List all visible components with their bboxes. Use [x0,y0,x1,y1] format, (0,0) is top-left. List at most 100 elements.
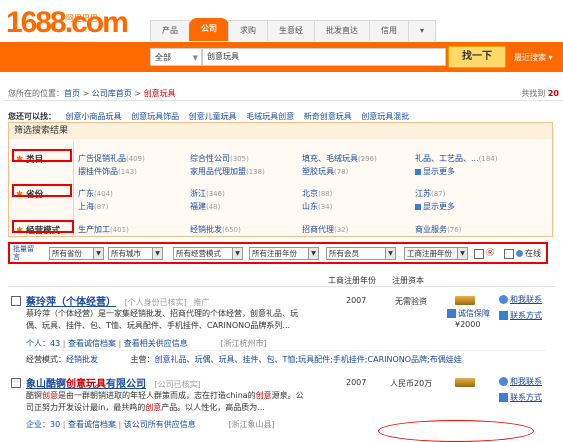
trustpass-medal-icon [455,296,475,305]
filter-option-count: (138) [246,168,265,176]
filter-option-name[interactable]: 商业服务 [415,225,447,234]
result-title[interactable]: 蔡玲萍（个体经营） [26,297,116,308]
trustpass-medal-icon [455,378,475,387]
result-count: 共找到 20 [521,88,559,99]
contact-me-label[interactable]: 和我联系 [510,295,542,304]
breadcrumb-current: 创意玩具 [143,89,176,98]
contact-me-link[interactable]: 和我联系 [499,294,542,305]
filter-option-name[interactable]: 江苏 [415,189,431,198]
filter-option[interactable]: 填充、毛绒玩具(296) [302,153,377,164]
filter-option-name[interactable]: 招商代理 [302,225,334,234]
related-link[interactable]: 创意小商品玩具 [66,112,122,121]
tab-more-dropdown[interactable]: ▾ [408,20,437,41]
related-link[interactable]: 毛绒玩具创意 [246,112,294,121]
filter-option[interactable]: 礼品、工艺品、...(184) [415,153,497,164]
batch-message-link[interactable]: 批量留言 [13,245,35,261]
contact-me-link[interactable]: 和我联系 [499,376,542,387]
search-scope-select[interactable]: 全部 ▼ [150,48,202,66]
recent-search-link[interactable]: 最近搜索 ▾ [514,52,553,63]
filter-option[interactable]: 上海(87) [78,201,108,212]
related-link[interactable]: 创意儿童玩具 [189,112,237,121]
breadcrumb-company-lib[interactable]: 公司库首页 [92,89,132,98]
tab-credit[interactable]: 信用 [369,20,409,41]
filter-option[interactable]: 招商代理(32) [302,224,348,235]
filter-option-name[interactable]: 福建 [190,202,206,211]
show-more-label[interactable]: 显示更多 [423,167,455,176]
filter-option-name[interactable]: 填充、毛绒玩具 [302,154,358,163]
desc-part: 源泉。公 [271,391,304,400]
tab-business[interactable]: 生意经 [267,20,315,41]
supply-info-link[interactable]: 查看相关供应信息 [124,339,188,348]
year-dropdown[interactable]: 所有注册年份 ▼ [249,247,319,260]
filter-option[interactable]: 福建(48) [190,201,220,212]
filter-option[interactable]: 广告促销礼品(409) [78,153,145,164]
show-more-province[interactable]: 显示更多 [415,201,455,212]
search-button[interactable]: 找一下 [448,46,506,68]
contact-info-link[interactable]: 联系方式 [499,392,542,403]
related-link[interactable]: 创意玩具混批 [361,112,409,121]
filter-option[interactable]: 广东(404) [78,188,113,199]
filter-option[interactable]: 经销批发(650) [190,224,241,235]
filter-option-name[interactable]: 广告促销礼品 [78,154,126,163]
search-input[interactable]: 创意玩具 [202,48,446,66]
filter-option-name[interactable]: 摆挂件饰品 [78,167,118,176]
result-capital: 无需验资 [395,297,427,306]
checkbox[interactable] [474,249,484,259]
province-dropdown[interactable]: 所有省份 ▼ [49,247,104,260]
result-location: [浙江杭州市] [220,339,267,348]
filter-option-name[interactable]: 北京 [302,189,318,198]
filter-option-name[interactable]: 生产加工 [78,225,110,234]
filter-option-name[interactable]: 塑胶玩具 [302,167,334,176]
checkbox[interactable] [504,249,514,259]
related-link[interactable]: 创意玩具饰品 [131,112,179,121]
contact-me-label[interactable]: 和我联系 [510,377,542,386]
tab-buying[interactable]: 求购 [228,20,268,41]
related-link[interactable]: 新奇创意玩具 [304,112,352,121]
filter-option-name[interactable]: 广东 [78,189,94,198]
show-more-category[interactable]: 显示更多 [415,166,455,177]
site-logo[interactable]: 1688.com [6,8,129,38]
filter-option-name[interactable]: 家用品代理加盟 [190,167,246,176]
result-description: 蔡玲萍（个体经营）是一家集经销批发、招商代理的个体经营，创意礼品、玩 偶、玩具、… [26,308,336,332]
filter-option-name[interactable]: 经销批发 [190,225,222,234]
main-products[interactable]: 创意礼品、玩偶、玩具、挂件、包、T恤;玩具配件;手机挂件;CARINONO品牌;… [155,355,462,364]
mode-dropdown[interactable]: 所有经营模式 ▼ [173,247,243,260]
sort-year-button[interactable]: 工商注册年份 ▼ [404,247,468,260]
annotation-circle [378,420,534,442]
tab-companies[interactable]: 公司 [189,18,229,41]
filter-option-name[interactable]: 浙江 [190,189,206,198]
tab-wholesale[interactable]: 批发直达 [314,20,370,41]
result-checkbox[interactable] [11,378,21,388]
show-more-label[interactable]: 显示更多 [423,202,455,211]
tab-products[interactable]: 产品 [150,20,190,41]
filter-option[interactable]: 商业服务(76) [415,224,461,235]
contact-info-link[interactable]: 联系方式 [499,310,542,321]
filter-option[interactable]: 山东(34) [302,201,332,212]
contact-info-label[interactable]: 联系方式 [510,311,542,320]
result-checkbox[interactable] [11,296,21,306]
online-filter[interactable]: 在线 [516,248,541,259]
result-title[interactable]: 象山酷锕创意玩具有限公司 [26,379,146,390]
filter-option[interactable]: 综合性公司(305) [190,153,249,164]
title-highlight: 创意玩具 [66,379,106,390]
city-dropdown[interactable]: 所有城市 ▼ [108,247,163,260]
breadcrumb-home[interactable]: 首页 [64,89,80,98]
filter-option[interactable]: 塑胶玩具(78) [302,166,348,177]
filter-option-name[interactable]: 综合性公司 [190,154,230,163]
credit-file-link[interactable]: 查看诚信档案 [68,420,116,429]
filter-option-name[interactable]: 礼品、工艺品、... [415,154,479,163]
filter-option[interactable]: 江苏(87) [415,188,445,199]
filter-option[interactable]: 北京(88) [302,188,332,199]
contact-info-label[interactable]: 联系方式 [510,393,542,402]
supply-info-link[interactable]: 该公司所有供应信息 [124,420,196,429]
filter-option-name[interactable]: 山东 [302,202,318,211]
filter-option[interactable]: 浙江(346) [190,188,225,199]
filter-option[interactable]: 家用品代理加盟(138) [190,166,265,177]
mode-value[interactable]: 经销批发 [66,355,98,364]
result-year: 2007 [346,296,367,305]
credit-file-link[interactable]: 查看诚信档案 [68,339,116,348]
filter-option-name[interactable]: 上海 [78,202,94,211]
filter-option[interactable]: 摆挂件饰品(143) [78,166,137,177]
filter-option[interactable]: 生产加工(401) [78,224,129,235]
member-dropdown[interactable]: 所有会员 ▼ [326,247,396,260]
